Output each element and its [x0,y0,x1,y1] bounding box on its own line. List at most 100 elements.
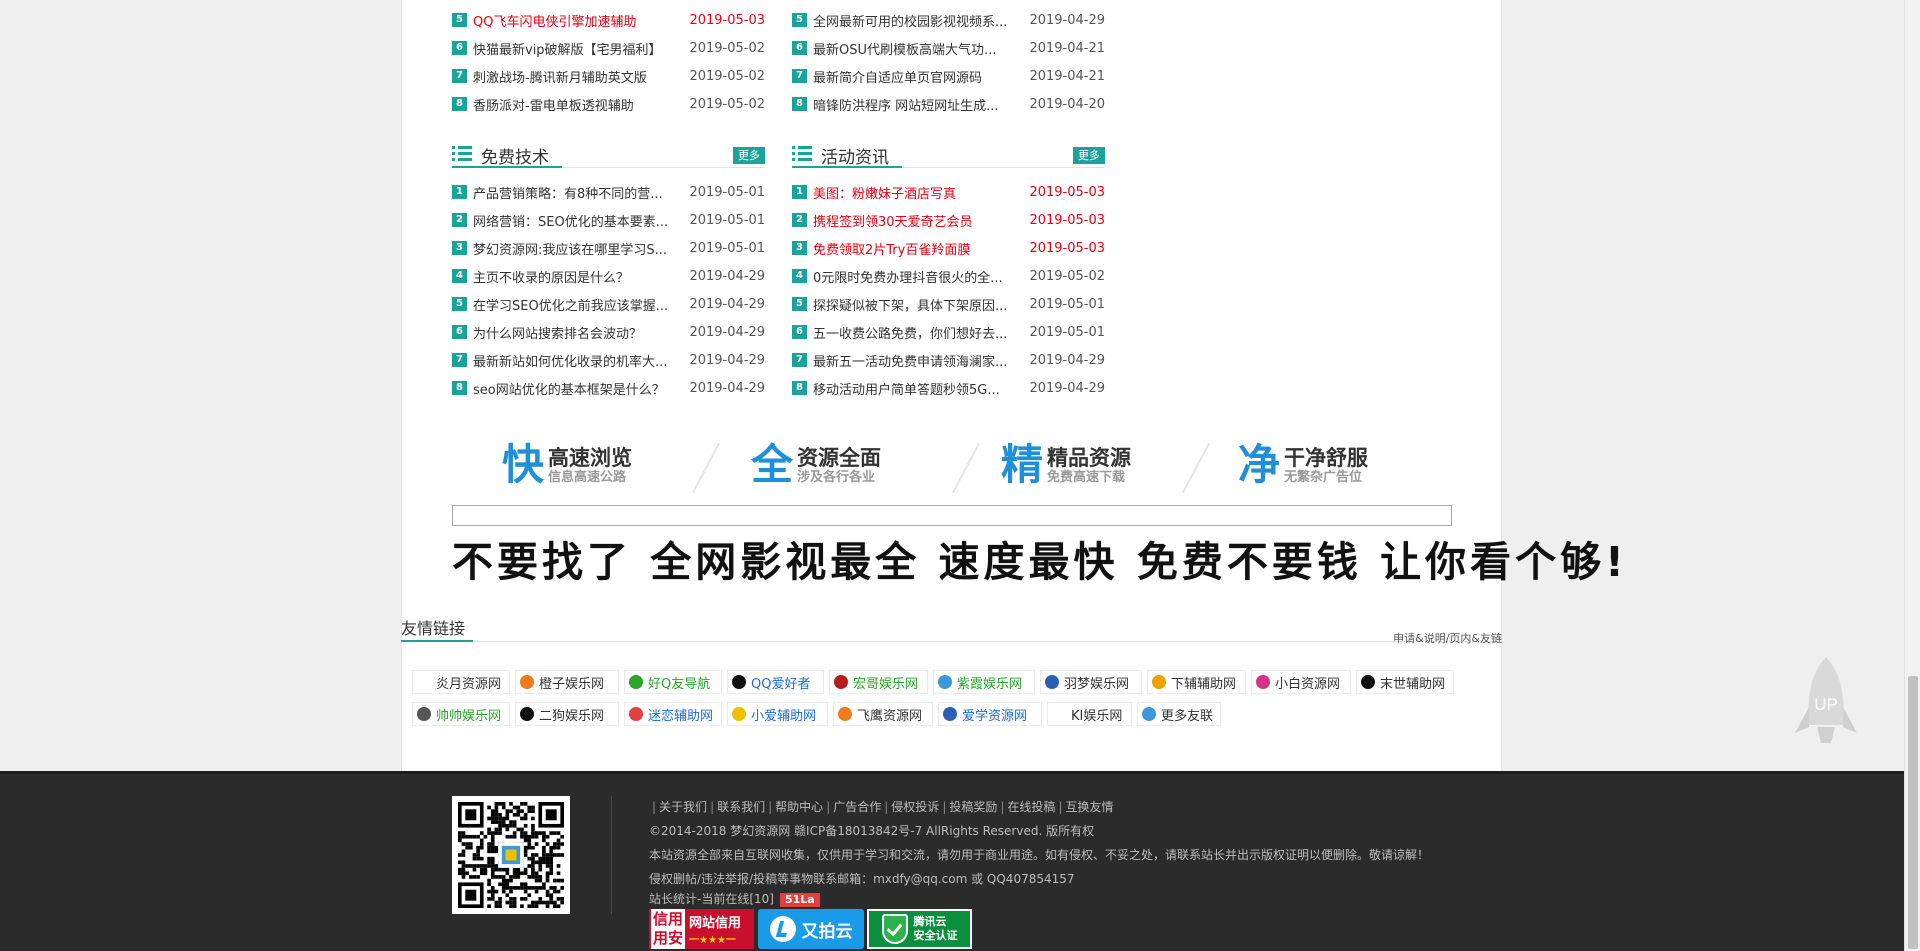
item-date: 2019-05-01 [1029,296,1105,312]
footer-nav-link[interactable]: 投稿奖励 [949,800,997,814]
item-title[interactable]: 网络营销：SEO优化的基本要素... [473,211,683,230]
item-title[interactable]: 移动活动用户简单答题秒领5G... [813,379,1023,398]
footer-nav-link[interactable]: 联系我们 [717,800,765,814]
list-item[interactable]: 5 全网最新可用的校园影视视频系... 2019-04-29 [792,10,1105,30]
item-title[interactable]: 香肠派对-雷电单板透视辅助 [473,95,683,114]
list-item[interactable]: 5 在学习SEO优化之前我应该掌握... 2019-04-29 [452,294,765,314]
list-item[interactable]: 7 刺激战场-腾讯新月辅助英文版 2019-05-02 [452,66,765,86]
rank-badge: 7 [792,353,807,367]
friend-link-label: 更多友联 [1161,708,1214,724]
friend-link[interactable]: 紫霞娱乐网 [933,670,1035,694]
footer-nav-link[interactable]: 在线投稿 [1007,800,1055,814]
list-item[interactable]: 3 梦幻资源网:我应该在哪里学习S... 2019-05-01 [452,238,765,258]
rank-badge: 6 [792,325,807,339]
footer-nav-link[interactable]: 互换友情 [1065,800,1113,814]
apply-link[interactable]: 申请&说明/页内&友链 [1393,630,1502,646]
list-item[interactable]: 4 0元限时免费办理抖音很火的全... 2019-05-02 [792,266,1105,286]
list-item[interactable]: 8 暗锋防洪程序 网站短网址生成... 2019-04-20 [792,94,1105,114]
item-title[interactable]: 五一收费公路免费，你们想好去... [813,323,1023,342]
item-title[interactable]: 快猫最新vip破解版【宅男福利】 [473,39,683,58]
list-item[interactable]: 2 携程签到领30天爱奇艺会员 2019-05-03 [792,210,1105,230]
footer-nav-link[interactable]: 侵权投诉 [891,800,939,814]
footer-nav-link[interactable]: 关于我们 [659,800,707,814]
list-item[interactable]: 6 最新OSU代刷模板高端大气功... 2019-04-21 [792,38,1105,58]
item-title[interactable]: 最新OSU代刷模板高端大气功... [813,39,1023,58]
list-item[interactable]: 3 免费领取2片Try百雀羚面膜 2019-05-03 [792,238,1105,258]
item-title[interactable]: 暗锋防洪程序 网站短网址生成... [813,95,1023,114]
friend-link[interactable]: 小白资源网 [1251,670,1351,694]
top-right-list: 5 全网最新可用的校园影视视频系... 2019-04-29 6 最新OSU代刷模板高… [792,10,1105,114]
friend-link[interactable]: 爱学资源网 [938,702,1042,726]
list-item[interactable]: 8 香肠派对-雷电单板透视辅助 2019-05-02 [452,94,765,114]
list-item[interactable]: 6 为什么网站搜索排名会波动？ 2019-04-29 [452,322,765,342]
list-item[interactable]: 6 五一收费公路免费，你们想好去... 2019-05-01 [792,322,1105,342]
item-title[interactable]: 全网最新可用的校园影视视频系... [813,11,1023,30]
friend-link[interactable]: 飞鹰资源网 [833,702,933,726]
item-title[interactable]: 梦幻资源网:我应该在哪里学习S... [473,239,683,258]
footer-nav: | 关于我们 | 联系我们 | 帮助中心 | 广告合作 | 侵权投诉 | 投稿奖励 | 在线投稿 | 互换友情 [649,798,1114,815]
friend-link[interactable]: 小爱辅助网 [727,702,828,726]
footer-nav-link[interactable]: 帮助中心 [775,800,823,814]
list-item[interactable]: 2 网络营销：SEO优化的基本要素... 2019-05-01 [452,210,765,230]
list-item[interactable]: 7 最新新站如何优化收录的机率大... 2019-04-29 [452,350,765,370]
item-title[interactable]: 最新新站如何优化收录的机率大... [473,351,683,370]
friend-link[interactable]: 羽梦娱乐网 [1040,670,1142,694]
item-title[interactable]: 为什么网站搜索排名会波动？ [473,323,683,342]
promo-banner-text[interactable]: 不要找了 全网影视最全 速度最快 免费不要钱 让你看个够! [452,534,1624,590]
list-item[interactable]: 7 最新简介自适应单页官网源码 2019-04-21 [792,66,1105,86]
broken-banner-image[interactable] [452,505,1452,526]
item-title[interactable]: 最新简介自适应单页官网源码 [813,67,1023,86]
more-button[interactable]: 更多 [733,147,765,164]
more-button[interactable]: 更多 [1073,147,1105,164]
friend-link-label: 迷恋辅助网 [648,708,714,724]
item-title[interactable]: 在学习SEO优化之前我应该掌握... [473,295,683,314]
list-item[interactable]: 5 探探疑似被下架，具体下架原因... 2019-05-01 [792,294,1105,314]
scrollbar-thumb[interactable] [1908,676,1918,949]
stats-text[interactable]: 站长统计-当前在线[10] [649,892,774,906]
list-item[interactable]: 7 最新五一活动免费申请领海澜家... 2019-04-29 [792,350,1105,370]
item-title[interactable]: 免费领取2片Try百雀羚面膜 [813,239,1023,258]
list-item[interactable]: 4 主页不收录的原因是什么？ 2019-04-29 [452,266,765,286]
credit-badge[interactable]: 信用 用安 网站信用 一★★★一 [649,909,754,949]
friend-link[interactable]: 末世辅助网 [1356,670,1454,694]
friend-link[interactable]: 炎月资源网 [412,670,510,694]
rank-badge: 5 [792,13,807,27]
list-item[interactable]: 8 seo网站优化的基本框架是什么？ 2019-04-29 [452,378,765,398]
friend-link[interactable]: 下辅辅助网 [1147,670,1246,694]
list-item[interactable]: 6 快猫最新vip破解版【宅男福利】 2019-05-02 [452,38,765,58]
friend-link[interactable]: 好Q友导航 [624,670,722,694]
friend-link-label: 炎月资源网 [436,676,502,692]
item-title[interactable]: seo网站优化的基本框架是什么？ [473,379,683,398]
item-title[interactable]: 主页不收录的原因是什么？ [473,267,683,286]
list-item[interactable]: 1 产品营销策略：有8种不同的营... 2019-05-01 [452,182,765,202]
stats-badge[interactable]: 51La [779,893,820,907]
tencent-security-badge[interactable]: 腾讯云 安全认证 [867,909,972,949]
list-item[interactable]: 1 美图：粉嫩妹子酒店写真 2019-05-03 [792,182,1105,202]
back-to-top-button[interactable]: UP [1793,655,1859,751]
item-title[interactable]: 0元限时免费办理抖音很火的全... [813,267,1023,286]
item-date: 2019-05-03 [1029,184,1105,200]
upyun-badge[interactable]: 又拍云 [758,909,864,949]
footer-nav-link[interactable]: 广告合作 [833,800,881,814]
friend-link[interactable]: 二狗娱乐网 [515,702,619,726]
friend-link[interactable]: 宏哥娱乐网 [829,670,928,694]
item-title[interactable]: 探探疑似被下架，具体下架原因... [813,295,1023,314]
friend-link[interactable]: 迷恋辅助网 [624,702,722,726]
item-title[interactable]: 最新五一活动免费申请领海澜家... [813,351,1023,370]
friend-link[interactable]: QQ爱好者 [727,670,824,694]
item-title[interactable]: QQ飞车闪电侠引擎加速辅助 [473,11,683,30]
list-item[interactable]: 5 QQ飞车闪电侠引擎加速辅助 2019-05-03 [452,10,765,30]
item-title[interactable]: 产品营销策略：有8种不同的营... [473,183,683,202]
friend-link[interactable]: KI娱乐网 [1047,702,1132,726]
item-title[interactable]: 携程签到领30天爱奇艺会员 [813,211,1023,230]
rank-badge: 8 [792,381,807,395]
friend-link[interactable]: 帅帅娱乐网 [412,702,510,726]
rank-badge: 3 [792,241,807,255]
item-title[interactable]: 刺激战场-腾讯新月辅助英文版 [473,67,683,86]
list-item[interactable]: 8 移动活动用户简单答题秒领5G... 2019-04-29 [792,378,1105,398]
page-scrollbar[interactable] [1904,0,1920,951]
friend-link[interactable]: 橙子娱乐网 [515,670,619,694]
list-icon [452,146,472,162]
item-title[interactable]: 美图：粉嫩妹子酒店写真 [813,183,1023,202]
friend-link[interactable]: 更多友联 [1137,702,1221,726]
